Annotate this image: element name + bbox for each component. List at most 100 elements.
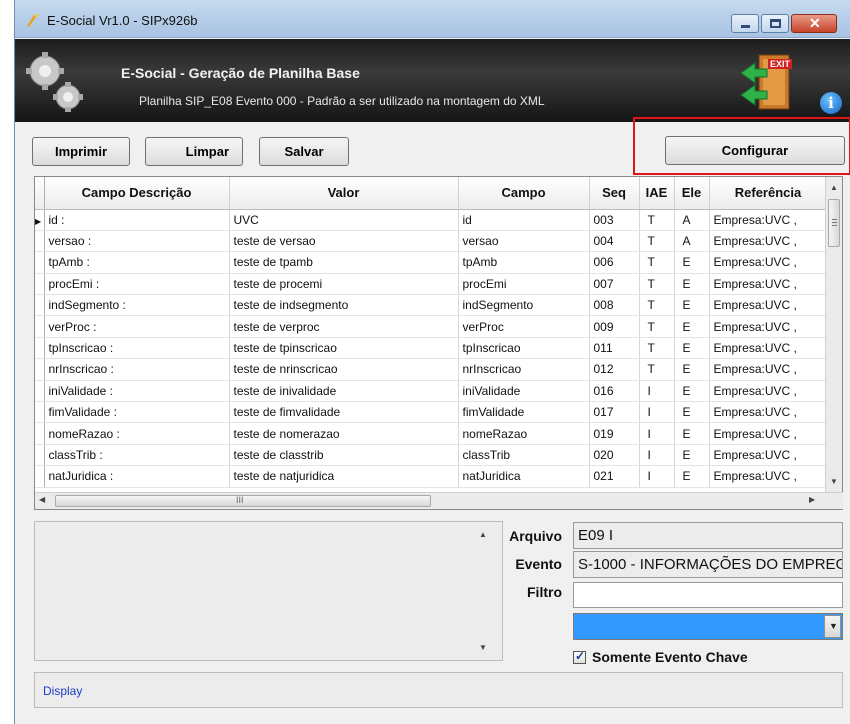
- row-selector[interactable]: [35, 251, 45, 274]
- table-cell[interactable]: I: [639, 380, 675, 403]
- table-cell[interactable]: E: [674, 315, 710, 338]
- column-header[interactable]: Campo Descrição: [44, 177, 230, 210]
- table-cell[interactable]: 003: [589, 209, 640, 231]
- table-cell[interactable]: E: [674, 273, 710, 296]
- table-cell[interactable]: E: [674, 251, 710, 274]
- table-cell[interactable]: Empresa:UVC ,: [709, 209, 828, 231]
- row-selector[interactable]: [35, 444, 45, 467]
- table-cell[interactable]: 007: [589, 273, 640, 296]
- table-cell[interactable]: Empresa:UVC ,: [709, 337, 828, 360]
- somente-evento-chave-checkbox[interactable]: ✓ Somente Evento Chave: [573, 648, 748, 666]
- event-dropdown[interactable]: ▼: [573, 613, 843, 640]
- table-cell[interactable]: verProc :: [44, 315, 230, 338]
- table-cell[interactable]: 012: [589, 358, 640, 381]
- row-selector[interactable]: ▶: [35, 209, 45, 231]
- table-cell[interactable]: Empresa:UVC ,: [709, 444, 828, 467]
- table-cell[interactable]: procEmi: [458, 273, 590, 296]
- table-cell[interactable]: 016: [589, 380, 640, 403]
- table-cell[interactable]: I: [639, 422, 675, 445]
- column-header[interactable]: IAE: [639, 177, 675, 210]
- table-cell[interactable]: E: [674, 465, 710, 488]
- row-selector[interactable]: [35, 401, 45, 424]
- row-selector[interactable]: [35, 273, 45, 296]
- row-selector[interactable]: [35, 380, 45, 403]
- table-cell[interactable]: T: [639, 315, 675, 338]
- table-cell[interactable]: T: [639, 209, 675, 231]
- filtro-input[interactable]: [573, 582, 843, 608]
- table-row[interactable]: verProc : teste de verproc verProc 009 T E Emp…: [35, 315, 828, 338]
- table-row[interactable]: tpInscricao : teste de tpinscricao tpInscr…: [35, 337, 828, 360]
- table-cell[interactable]: Empresa:UVC ,: [709, 465, 828, 488]
- table-row[interactable]: indSegmento : teste de indsegmento indSegm…: [35, 294, 828, 317]
- table-cell[interactable]: teste de classtrib: [229, 444, 459, 467]
- column-header[interactable]: Campo: [458, 177, 590, 210]
- table-cell[interactable]: indSegmento :: [44, 294, 230, 317]
- table-cell[interactable]: tpInscricao :: [44, 337, 230, 360]
- table-cell[interactable]: versao :: [44, 230, 230, 253]
- table-cell[interactable]: natJuridica :: [44, 465, 230, 488]
- minimize-button[interactable]: [731, 14, 759, 33]
- table-cell[interactable]: 017: [589, 401, 640, 424]
- table-row[interactable]: natJuridica : teste de natjuridica natJuri…: [35, 465, 828, 488]
- table-cell[interactable]: teste de procemi: [229, 273, 459, 296]
- column-header[interactable]: Referência: [709, 177, 828, 210]
- table-cell[interactable]: A: [674, 209, 710, 231]
- table-cell[interactable]: tpInscricao: [458, 337, 590, 360]
- table-cell[interactable]: 006: [589, 251, 640, 274]
- table-cell[interactable]: E: [674, 444, 710, 467]
- column-header[interactable]: Valor: [229, 177, 459, 210]
- table-row[interactable]: iniValidade : teste de inivalidade iniVali…: [35, 380, 828, 403]
- row-selector[interactable]: [35, 465, 45, 488]
- table-cell[interactable]: Empresa:UVC ,: [709, 380, 828, 403]
- row-selector[interactable]: [35, 358, 45, 381]
- table-row[interactable]: versao : teste de versao versao 004 T A Empres…: [35, 230, 828, 253]
- clear-button[interactable]: Limpar: [145, 137, 243, 166]
- table-cell[interactable]: T: [639, 294, 675, 317]
- table-cell[interactable]: nomeRazao: [458, 422, 590, 445]
- row-selector[interactable]: [35, 337, 45, 360]
- horizontal-scrollbar[interactable]: ◀ III ▶: [35, 492, 843, 509]
- table-cell[interactable]: I: [639, 401, 675, 424]
- table-cell[interactable]: Empresa:UVC ,: [709, 401, 828, 424]
- table-cell[interactable]: classTrib :: [44, 444, 230, 467]
- table-cell[interactable]: teste de fimvalidade: [229, 401, 459, 424]
- table-cell[interactable]: E: [674, 380, 710, 403]
- table-cell[interactable]: teste de nomerazao: [229, 422, 459, 445]
- table-row[interactable]: nomeRazao : teste de nomerazao nomeRazao 01…: [35, 422, 828, 445]
- exit-button[interactable]: EXIT: [737, 51, 795, 113]
- table-row[interactable]: ▶ id : UVC id 003 T A Empresa:UVC ,: [35, 209, 828, 231]
- title-bar[interactable]: E-Social Vr1.0 - SIPx926b ✕: [15, 0, 850, 38]
- table-cell[interactable]: tpAmb :: [44, 251, 230, 274]
- memo-scroll-down-icon[interactable]: ▼: [479, 643, 487, 652]
- row-selector[interactable]: [35, 294, 45, 317]
- table-cell[interactable]: UVC: [229, 209, 459, 231]
- data-grid[interactable]: Campo Descrição Valor Campo Seq IAE Ele …: [34, 176, 843, 510]
- column-header[interactable]: Ele: [674, 177, 710, 210]
- table-cell[interactable]: T: [639, 358, 675, 381]
- table-cell[interactable]: 008: [589, 294, 640, 317]
- table-cell[interactable]: 020: [589, 444, 640, 467]
- table-cell[interactable]: verProc: [458, 315, 590, 338]
- table-cell[interactable]: Empresa:UVC ,: [709, 315, 828, 338]
- save-button[interactable]: Salvar: [259, 137, 349, 166]
- table-cell[interactable]: indSegmento: [458, 294, 590, 317]
- table-cell[interactable]: teste de inivalidade: [229, 380, 459, 403]
- scroll-down-arrow-icon[interactable]: ▼: [830, 477, 838, 486]
- table-cell[interactable]: E: [674, 422, 710, 445]
- table-cell[interactable]: T: [639, 251, 675, 274]
- table-cell[interactable]: Empresa:UVC ,: [709, 273, 828, 296]
- table-cell[interactable]: teste de versao: [229, 230, 459, 253]
- table-cell[interactable]: iniValidade :: [44, 380, 230, 403]
- table-cell[interactable]: iniValidade: [458, 380, 590, 403]
- table-cell[interactable]: E: [674, 358, 710, 381]
- table-row[interactable]: classTrib : teste de classtrib classTrib 02…: [35, 444, 828, 467]
- table-cell[interactable]: E: [674, 337, 710, 360]
- table-row[interactable]: fimValidade : teste de fimvalidade fimVali…: [35, 401, 828, 424]
- table-cell[interactable]: T: [639, 273, 675, 296]
- details-memo[interactable]: ▲ ▼: [34, 521, 503, 661]
- table-cell[interactable]: 019: [589, 422, 640, 445]
- table-cell[interactable]: nrInscricao :: [44, 358, 230, 381]
- scroll-left-arrow-icon[interactable]: ◀: [39, 495, 45, 504]
- scroll-thumb[interactable]: III: [55, 495, 431, 507]
- table-cell[interactable]: 021: [589, 465, 640, 488]
